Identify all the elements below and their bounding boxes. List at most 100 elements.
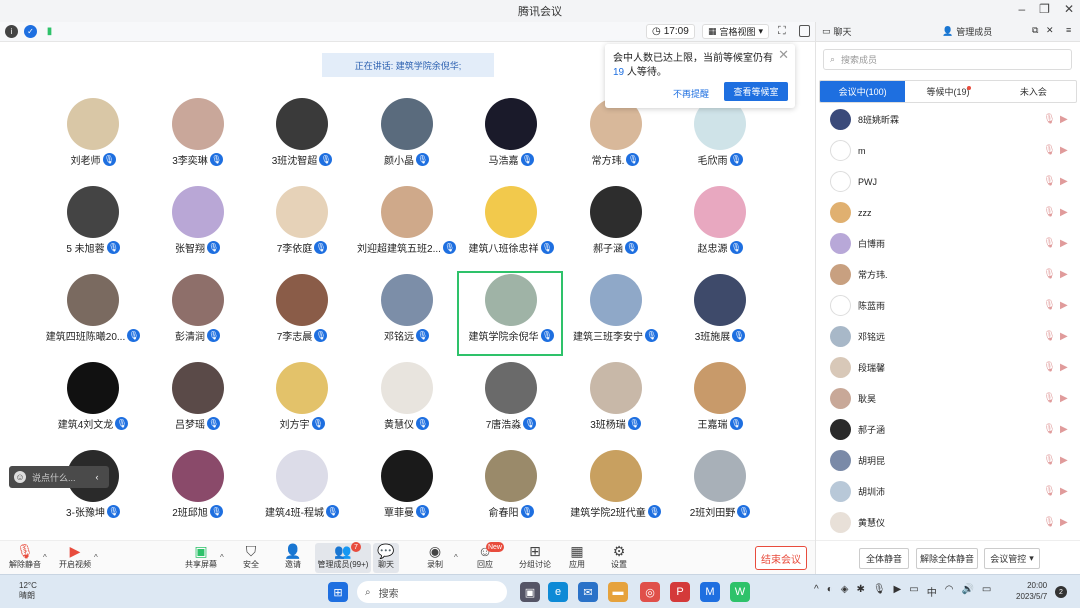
meeting-timer[interactable]: ◷ 17:09 [646, 24, 695, 39]
meeting-control-button[interactable]: 会议管控 ▾ [984, 548, 1040, 569]
chat-button[interactable]: 💬 聊天 [373, 543, 399, 573]
microphone-icon[interactable]: 🎙 [873, 584, 886, 599]
member-row[interactable]: 白博雨 🎙 ▶ [816, 228, 1080, 259]
participant-tile[interactable]: 刘老师 🎙 [41, 98, 145, 180]
participant-tile[interactable]: 刘方宇 🎙 [250, 362, 354, 444]
battery-icon[interactable]: ▭ [982, 584, 991, 599]
participant-tile[interactable]: 覃菲曼 🎙 [355, 450, 459, 532]
mic-off-icon[interactable]: 🎙 [1043, 331, 1056, 342]
bluetooth-icon[interactable]: ✱ [856, 584, 864, 599]
participant-tile[interactable]: 建筑八班徐忠祥 🎙 [459, 186, 563, 268]
participant-tile[interactable]: 5 未旭蓉 🎙 [41, 186, 145, 268]
emoji-icon[interactable]: ☺ [14, 471, 26, 483]
menu-icon[interactable]: ≡ [1066, 25, 1071, 35]
member-row[interactable]: m 🎙 ▶ [816, 135, 1080, 166]
mic-off-icon[interactable]: 🎙 [1043, 517, 1056, 528]
participant-tile[interactable]: 2班邱旭 🎙 [146, 450, 250, 532]
task-view-icon[interactable]: ▣ [520, 582, 540, 602]
mic-off-icon[interactable]: 🎙 [1043, 424, 1056, 435]
participant-tile[interactable]: 俞春阳 🎙 [459, 450, 563, 532]
member-row[interactable]: 耿昊 🎙 ▶ [816, 383, 1080, 414]
participant-tile[interactable]: 王嘉瑞 🎙 [668, 362, 772, 444]
camera-off-icon[interactable]: ▶ [1060, 517, 1068, 528]
interact-button[interactable]: ☺ 回应 New [460, 542, 510, 573]
mic-off-icon[interactable]: 🎙 [1043, 145, 1056, 156]
member-row[interactable]: 黄慧仪 🎙 ▶ [816, 507, 1080, 538]
participant-tile[interactable]: 3班施展 🎙 [668, 274, 772, 356]
participant-tile[interactable]: 3班沈智超 🎙 [250, 98, 354, 180]
member-search-input[interactable]: ⌕ 搜索成员 [823, 49, 1072, 70]
audio-options-caret[interactable]: ^ [43, 553, 47, 562]
fullscreen-icon[interactable]: ⛶ [778, 25, 786, 38]
shield-icon[interactable]: ✓ [24, 25, 37, 38]
participant-tile[interactable]: 黄慧仪 🎙 [355, 362, 459, 444]
camera-off-icon[interactable]: ▶ [1060, 176, 1068, 187]
participant-tile[interactable]: 建筑三班李安宁 🎙 [564, 274, 668, 356]
steam-icon[interactable]: ◐ [827, 584, 833, 599]
mic-off-icon[interactable]: 🎙 [1043, 238, 1056, 249]
notification-badge[interactable]: 2 [1055, 586, 1067, 598]
participant-tile[interactable]: 彭清润 🎙 [146, 274, 250, 356]
member-row[interactable]: 邓铭远 🎙 ▶ [816, 321, 1080, 352]
camera-off-icon[interactable]: ▶ [1060, 393, 1068, 404]
participant-tile[interactable]: 建筑4刘文龙 🎙 [41, 362, 145, 444]
manage-members-button[interactable]: 👥 管理成员(99+) 7 [315, 542, 371, 573]
participant-tile[interactable]: 赵忠源 🎙 [668, 186, 772, 268]
start-icon[interactable]: ⊞ [328, 582, 348, 602]
share-screen-button[interactable]: ▣ 共享屏幕 [176, 543, 226, 573]
invite-button[interactable]: 👤 邀请 [268, 543, 318, 573]
usb-icon[interactable]: ▭ [909, 584, 918, 599]
view-mode-select[interactable]: ▦ 宫格视图 ▾ [702, 24, 770, 39]
mic-off-icon[interactable]: 🎙 [1043, 269, 1056, 280]
info-icon[interactable]: i [5, 25, 18, 38]
tencent-meeting-icon[interactable]: M [700, 582, 720, 602]
participant-tile[interactable]: 邓铭远 🎙 [355, 274, 459, 356]
close-icon[interactable]: ✕ [1046, 25, 1054, 36]
mic-off-icon[interactable]: 🎙 [1043, 455, 1056, 466]
ime-icon[interactable]: 中 [927, 584, 937, 599]
restore-icon[interactable]: ❐ [1039, 2, 1050, 16]
mute-all-button[interactable]: 全体静音 [859, 548, 909, 569]
tab-waiting[interactable]: 等候中(19) [905, 81, 990, 102]
unmute-all-button[interactable]: 解除全体静音 [916, 548, 978, 569]
camera-off-icon[interactable]: ▶ [1060, 207, 1068, 218]
volume-icon[interactable]: 🔊 [961, 584, 973, 599]
participant-tile[interactable]: 吕梦瑶 🎙 [146, 362, 250, 444]
mic-off-icon[interactable]: 🎙 [1043, 362, 1056, 373]
mic-off-icon[interactable]: 🎙 [1043, 207, 1056, 218]
mic-off-icon[interactable]: 🎙 [1043, 393, 1056, 404]
participant-tile[interactable]: 郝子涵 🎙 [564, 186, 668, 268]
camera-off-icon[interactable]: ▶ [1060, 145, 1068, 156]
view-waiting-room-button[interactable]: 查看等候室 [724, 82, 788, 101]
camera-off-icon[interactable]: ▶ [1060, 269, 1068, 280]
taskbar-clock[interactable]: 20:00 2023/5/7 [1016, 580, 1047, 602]
camera-off-icon[interactable]: ▶ [1060, 331, 1068, 342]
mic-off-icon[interactable]: 🎙 [1043, 114, 1056, 125]
close-icon[interactable]: ✕ [1064, 2, 1074, 16]
member-row[interactable]: 胡圳沛 🎙 ▶ [816, 476, 1080, 507]
participant-tile[interactable]: 7李依庭 🎙 [250, 186, 354, 268]
camera-off-icon[interactable]: ▶ [1060, 455, 1068, 466]
participant-tile[interactable]: 刘迎超建筑五班2... 🎙 [355, 186, 459, 268]
folder-icon[interactable]: ▬ [608, 582, 628, 602]
tab-in-meeting[interactable]: 会议中(100) [820, 81, 906, 102]
weather-widget[interactable]: 12°C 晴朗 [19, 581, 37, 601]
start-video-button[interactable]: ▶ 开启视频 [50, 543, 100, 573]
camera-off-icon[interactable]: ▶ [1060, 424, 1068, 435]
chevron-up-icon[interactable]: ^ [814, 584, 819, 599]
participant-tile[interactable]: 常方玮. 🎙 [564, 98, 668, 180]
sidebar-toggle-icon[interactable] [799, 25, 810, 37]
participant-tile[interactable]: 毛欣雨 🎙 [668, 98, 772, 180]
record-options-caret[interactable]: ^ [454, 553, 458, 562]
camera-off-icon[interactable]: ▶ [1060, 486, 1068, 497]
participant-tile[interactable]: 7唐浩淼 🎙 [459, 362, 563, 444]
shield-icon[interactable]: ◈ [841, 584, 849, 599]
camera-icon[interactable]: ▶ [894, 584, 902, 599]
member-row[interactable]: 胡玥昆 🎙 ▶ [816, 445, 1080, 476]
chrome-icon[interactable]: ◎ [640, 582, 660, 602]
participant-tile[interactable]: 2班刘田野 🎙 [668, 450, 772, 532]
floating-chat-input[interactable]: ☺ 说点什么... ‹ [9, 466, 109, 488]
participant-tile[interactable]: 颜小晶 🎙 [355, 98, 459, 180]
popout-icon[interactable]: ⧉ [1032, 25, 1038, 36]
participant-tile[interactable]: 张智翔 🎙 [146, 186, 250, 268]
